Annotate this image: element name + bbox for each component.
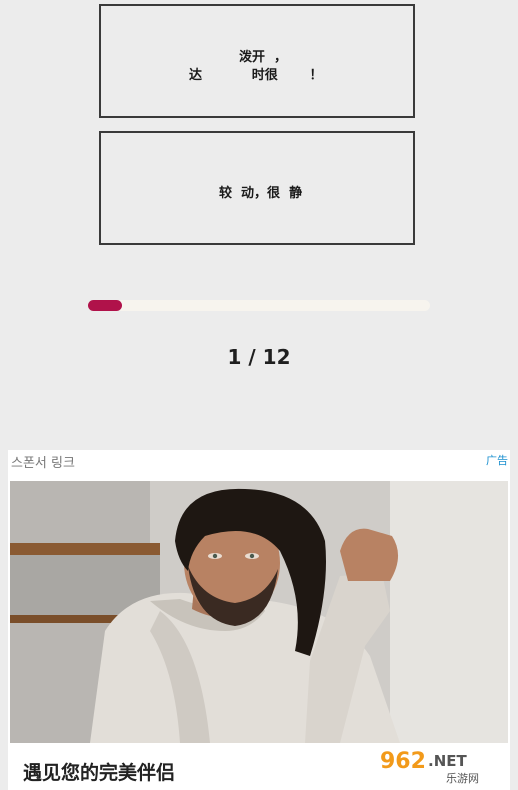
answer-card-1[interactable]: 泼开 ， 达 时很 ！ [99,4,415,118]
sponsored-ad[interactable]: 스폰서 링크 广告 遇见您的完美伴侣 962 .NET 乐游网 [8,450,510,790]
answer-card-2[interactable]: 较 动，很 静 [99,131,415,245]
progress-bar [88,300,430,311]
svg-text:乐游网: 乐游网 [446,772,479,785]
progress-bar-fill [88,300,123,311]
sponsor-label: 스폰서 링크 [11,456,75,471]
ad-photo-illustration [10,481,508,743]
ad-image[interactable] [10,481,508,743]
question-counter: 1 / 12 [227,345,291,369]
card-1-text-line-2: 达 时很 ！ [189,68,323,83]
svg-text:962: 962 [380,749,426,774]
site-watermark-logo: 962 .NET 乐游网 [374,744,502,785]
ad-tag[interactable]: 广告 [486,452,508,468]
ad-headline[interactable]: 遇见您的完美伴侣 [23,758,175,785]
card-1-text-line-1: 泼开 ， [239,50,288,65]
svg-text:.NET: .NET [428,752,467,770]
card-2-text-line-1: 较 动，很 静 [219,186,303,201]
